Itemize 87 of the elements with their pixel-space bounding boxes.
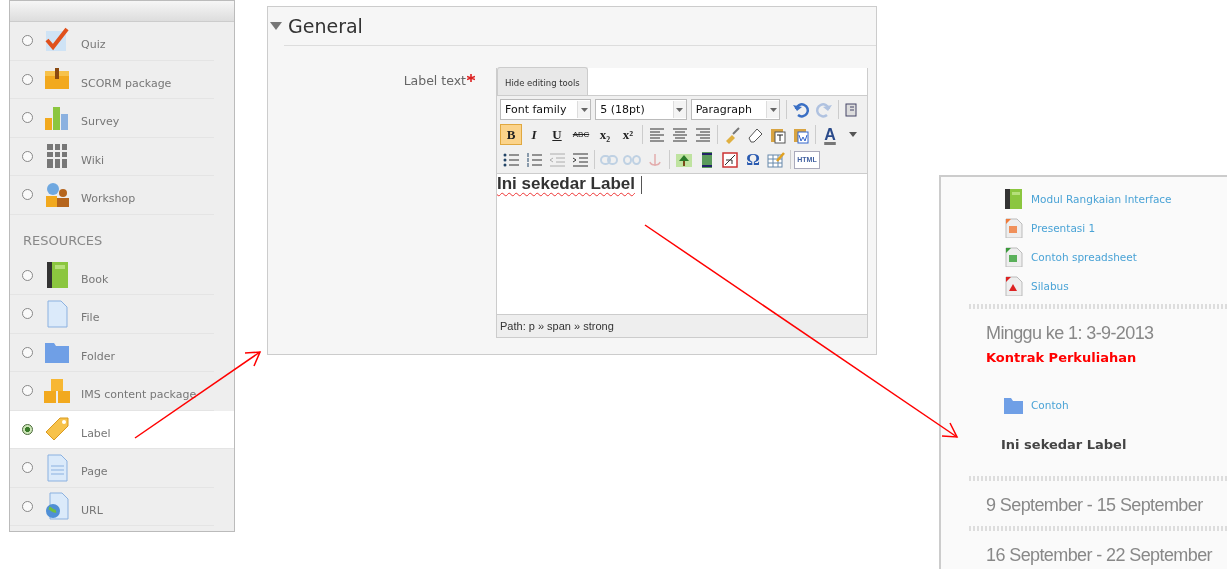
toolbar-button[interactable]: x²: [617, 124, 639, 145]
option-label: Workshop: [81, 191, 136, 206]
book-icon: [1003, 188, 1023, 209]
globe-document-icon: [43, 492, 71, 521]
toolbar-button[interactable]: I: [523, 124, 545, 145]
resource-link[interactable]: Presentasi 1: [1031, 221, 1096, 234]
toolbar-button[interactable]: ABC: [569, 124, 593, 145]
field-label: Label text: [268, 68, 495, 338]
caret-icon: [769, 107, 777, 112]
numbered-list-icon: [525, 150, 543, 169]
caret-icon: [580, 107, 588, 112]
option-label: Page: [81, 464, 108, 479]
section-heading: RESOURCES: [22, 231, 104, 250]
activity-option[interactable]: Folder: [10, 333, 214, 372]
unlink-icon: [623, 154, 641, 165]
radio-button[interactable]: [22, 269, 33, 281]
toolbar-button[interactable]: U: [546, 124, 568, 145]
spreadsheet-file-icon: [1003, 246, 1023, 267]
activity-option[interactable]: IMS content package: [10, 372, 214, 411]
activity-option[interactable]: Book: [10, 256, 214, 295]
crossed-frame-button[interactable]: [719, 149, 741, 170]
element-path: Path: p » span » strong: [497, 314, 867, 337]
resource-link[interactable]: Modul Rangkaian Interface: [1031, 192, 1172, 205]
caret-icon: [676, 107, 684, 112]
radio-button[interactable]: [22, 346, 33, 358]
activity-option[interactable]: Label: [10, 410, 234, 449]
radio-button[interactable]: [22, 189, 33, 201]
option-label: Quiz: [81, 37, 106, 52]
resource-link[interactable]: Contoh: [1031, 398, 1069, 411]
people-icon: [43, 180, 71, 209]
option-label: Label: [81, 425, 111, 440]
activity-option[interactable]: Wiki: [10, 137, 214, 176]
label-text: Ini sekedar Label: [1000, 436, 1128, 454]
resource-link[interactable]: Silabus: [1031, 279, 1069, 292]
pdf-file-icon: [1003, 275, 1023, 296]
hide-tools-tab[interactable]: Hide editing tools: [497, 67, 588, 95]
radio-button[interactable]: [22, 150, 33, 162]
activity-option[interactable]: SCORM package: [10, 60, 214, 99]
link-icon: [600, 154, 618, 165]
dropdown-field[interactable]: Font family: [500, 99, 592, 120]
toolbar-button[interactable]: A: [819, 124, 841, 145]
undo-icon: [792, 100, 810, 119]
radio-button[interactable]: [22, 423, 33, 435]
radio-button[interactable]: [22, 308, 33, 320]
dropdown-field[interactable]: Paragraph: [690, 99, 781, 120]
activity-option[interactable]: URL: [10, 487, 214, 526]
activity-option[interactable]: Workshop: [10, 176, 214, 215]
resource-link[interactable]: Contoh spreadsheet: [1031, 250, 1137, 263]
outdent-icon: [548, 150, 566, 169]
section-title[interactable]: General: [288, 15, 363, 37]
radio-button[interactable]: [22, 385, 33, 397]
boxes-icon: [43, 376, 71, 405]
radio-button[interactable]: [22, 462, 33, 474]
toolbar-button[interactable]: Ω: [742, 149, 764, 170]
section-summary: Kontrak Perkuliahan: [985, 350, 1138, 367]
crossed-frame-icon: [721, 150, 739, 169]
table-pencil-icon: [767, 150, 785, 169]
caret-icon: [849, 132, 857, 137]
option-label: SCORM package: [81, 75, 172, 90]
activity-option[interactable]: Quiz: [10, 22, 214, 61]
option-label: Book: [81, 271, 109, 286]
activity-option[interactable]: File: [10, 295, 214, 334]
option-label: IMS content package: [81, 387, 197, 402]
section-heading: 16 September - 22 September: [985, 544, 1214, 567]
option-label: Survey: [81, 114, 120, 129]
section-heading: Minggu ke 1: 3-9-2013: [985, 322, 1155, 345]
presentation-file-icon: [1003, 217, 1023, 238]
align-left-icon: [648, 125, 666, 144]
option-label: Folder: [81, 348, 115, 363]
radio-button[interactable]: [22, 73, 33, 85]
toolbar-button[interactable]: B: [500, 124, 522, 145]
option-label: File: [81, 310, 100, 325]
indent-icon: [571, 150, 589, 169]
caret-icon[interactable]: [270, 22, 282, 30]
option-label: Wiki: [81, 152, 105, 167]
radio-button[interactable]: [22, 35, 33, 47]
radio-button[interactable]: [22, 112, 33, 124]
redo-icon: [815, 100, 833, 119]
toolbar-button[interactable]: x₂: [594, 124, 616, 145]
dropdown-field[interactable]: 5 (18pt): [595, 99, 687, 120]
align-center-icon: [671, 125, 689, 144]
activity-option[interactable]: Page: [10, 449, 214, 488]
radio-button[interactable]: [22, 500, 33, 512]
activity-option[interactable]: Survey: [10, 99, 214, 138]
section-heading: 9 September - 15 September: [985, 494, 1204, 517]
align-right-icon: [694, 125, 712, 144]
option-label: URL: [81, 502, 103, 517]
